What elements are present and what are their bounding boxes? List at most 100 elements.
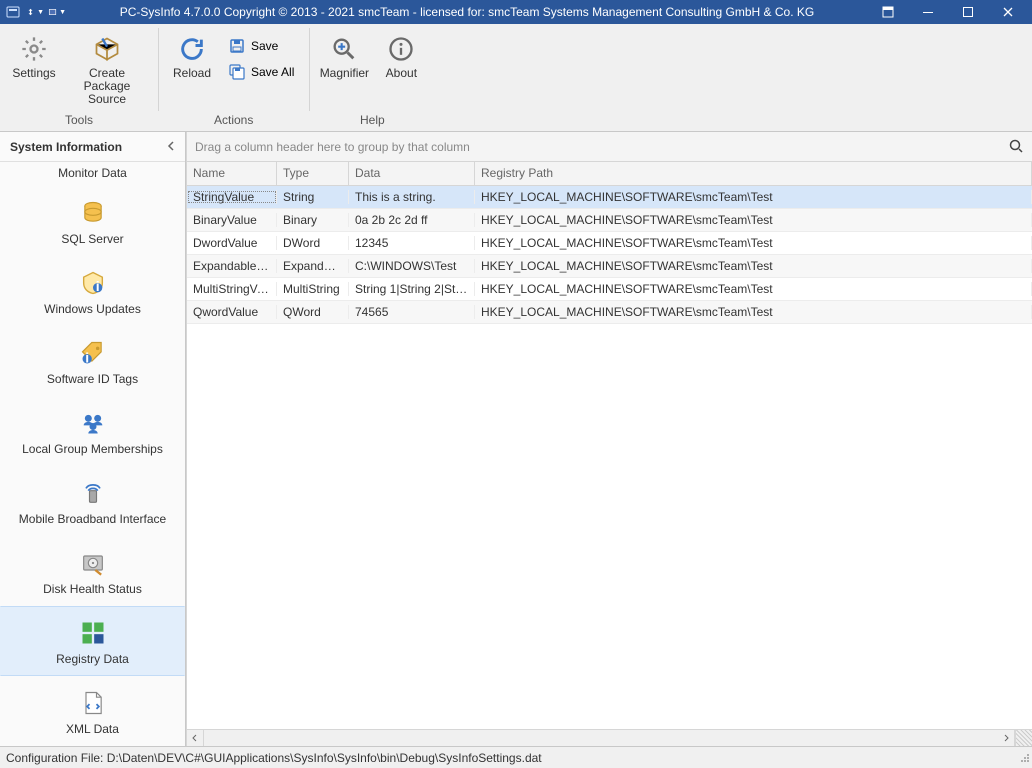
cell-type: ExpandString — [277, 259, 349, 273]
scroll-left-button[interactable] — [187, 730, 204, 747]
table-row[interactable]: ExpandableValueExpandStringC:\WINDOWS\Te… — [187, 255, 1032, 278]
maximize-button[interactable] — [948, 0, 988, 24]
status-path: D:\Daten\DEV\C#\GUIApplications\SysInfo\… — [107, 751, 542, 765]
table-row[interactable]: MultiStringValueMultiStringString 1|Stri… — [187, 278, 1032, 301]
cell-data: 12345 — [349, 236, 475, 250]
group-panel[interactable]: Drag a column header here to group by th… — [187, 132, 1032, 162]
status-label: Configuration File: — [6, 751, 103, 765]
svg-text:i: i — [85, 349, 89, 365]
column-header-name[interactable]: Name — [187, 162, 277, 185]
sidebar-title: System Information — [10, 140, 122, 154]
reload-icon — [176, 33, 208, 65]
cell-name: StringValue — [187, 190, 277, 204]
cell-path: HKEY_LOCAL_MACHINE\SOFTWARE\smcTeam\Test — [475, 236, 1032, 250]
column-headers: Name Type Data Registry Path — [187, 162, 1032, 186]
save-button[interactable]: Save — [222, 34, 301, 58]
cell-path: HKEY_LOCAL_MACHINE\SOFTWARE\smcTeam\Test — [475, 259, 1032, 273]
qat-color-icon[interactable]: ▼ — [48, 3, 66, 21]
sidebar-item-icon: i — [77, 267, 109, 299]
magnifier-button[interactable]: Magnifier — [317, 28, 371, 85]
sidebar-collapse-button[interactable] — [163, 138, 179, 154]
sidebar-item-sql-server[interactable]: SQL Server — [0, 186, 185, 256]
column-header-data[interactable]: Data — [349, 162, 475, 185]
ribbon-group-label: Tools — [8, 113, 150, 131]
qat-app-icon[interactable] — [4, 3, 22, 21]
column-header-type[interactable]: Type — [277, 162, 349, 185]
save-all-icon — [229, 64, 245, 80]
sidebar-item-icon — [77, 477, 109, 509]
close-button[interactable] — [988, 0, 1028, 24]
sidebar-item-registry-data[interactable]: Registry Data — [0, 606, 185, 676]
cell-name: BinaryValue — [187, 213, 277, 227]
cell-data: String 1|String 2|String 3 — [349, 282, 475, 296]
sidebar-item-label: Disk Health Status — [43, 583, 142, 596]
sidebar-item-label: XML Data — [66, 723, 119, 736]
sidebar-item-icon — [77, 197, 109, 229]
save-icon — [229, 38, 245, 54]
ribbon-group-tools: Settings Create Package Source Tools — [0, 24, 158, 131]
scroll-right-button[interactable] — [998, 730, 1015, 747]
cell-type: Binary — [277, 213, 349, 227]
table-row[interactable]: QwordValueQWord74565HKEY_LOCAL_MACHINE\S… — [187, 301, 1032, 324]
cell-path: HKEY_LOCAL_MACHINE\SOFTWARE\smcTeam\Test — [475, 190, 1032, 204]
ribbon-group-label: Actions — [166, 113, 301, 131]
sidebar-item-label: Windows Updates — [44, 303, 141, 316]
cell-data: This is a string. — [349, 190, 475, 204]
sidebar-subtitle: Monitor Data — [0, 162, 185, 186]
sidebar-item-mobile-broadband-interface[interactable]: Mobile Broadband Interface — [0, 466, 185, 536]
info-icon — [385, 33, 417, 65]
cell-data: 74565 — [349, 305, 475, 319]
table-row[interactable]: DwordValueDWord12345HKEY_LOCAL_MACHINE\S… — [187, 232, 1032, 255]
statusbar: Configuration File: D:\Daten\DEV\C#\GUIA… — [0, 746, 1032, 768]
cell-path: HKEY_LOCAL_MACHINE\SOFTWARE\smcTeam\Test — [475, 282, 1032, 296]
resize-grip-icon[interactable] — [1018, 751, 1030, 766]
sidebar-item-label: Mobile Broadband Interface — [19, 513, 166, 526]
titlebar: ▼ ▼ PC-SysInfo 4.7.0.0 Copyright © 2013 … — [0, 0, 1032, 24]
reload-button[interactable]: Reload — [166, 28, 218, 85]
package-icon — [91, 33, 123, 65]
sidebar-item-label: Local Group Memberships — [22, 443, 163, 456]
cell-type: QWord — [277, 305, 349, 319]
table-row[interactable]: BinaryValueBinary0a 2b 2c 2d ffHKEY_LOCA… — [187, 209, 1032, 232]
sidebar: System Information Monitor Data SQL Serv… — [0, 132, 186, 746]
cell-path: HKEY_LOCAL_MACHINE\SOFTWARE\smcTeam\Test — [475, 305, 1032, 319]
settings-button[interactable]: Settings — [8, 28, 60, 85]
sidebar-item-icon: i — [77, 337, 109, 369]
cell-type: MultiString — [277, 282, 349, 296]
ribbon-group-label: Help — [317, 113, 427, 131]
ribbon-group-actions: Reload Save Save All Actions — [158, 24, 309, 131]
grid-search-button[interactable] — [1008, 138, 1024, 157]
cell-type: String — [277, 190, 349, 204]
window-menu-button[interactable] — [868, 0, 908, 24]
sidebar-item-windows-updates[interactable]: i Windows Updates — [0, 256, 185, 326]
cell-data: C:\WINDOWS\Test — [349, 259, 475, 273]
create-package-button[interactable]: Create Package Source — [64, 28, 150, 111]
sidebar-item-icon — [77, 617, 109, 649]
ribbon-group-help: Magnifier About Help — [309, 24, 435, 131]
window-title: PC-SysInfo 4.7.0.0 Copyright © 2013 - 20… — [66, 5, 868, 19]
cell-data: 0a 2b 2c 2d ff — [349, 213, 475, 227]
resize-grip-icon — [1015, 730, 1032, 747]
sidebar-item-label: Registry Data — [56, 653, 129, 666]
sidebar-header: System Information — [0, 132, 185, 162]
sidebar-item-label: SQL Server — [61, 233, 123, 246]
save-all-button[interactable]: Save All — [222, 60, 301, 84]
column-header-path[interactable]: Registry Path — [475, 162, 1032, 185]
cell-name: DwordValue — [187, 236, 277, 250]
cell-name: QwordValue — [187, 305, 277, 319]
sidebar-item-software-id-tags[interactable]: i Software ID Tags — [0, 326, 185, 396]
sidebar-item-local-group-memberships[interactable]: Local Group Memberships — [0, 396, 185, 466]
sidebar-item-xml-data[interactable]: XML Data — [0, 676, 185, 746]
sidebar-item-label: Software ID Tags — [47, 373, 138, 386]
magnifier-icon — [328, 33, 360, 65]
sidebar-item-icon — [77, 407, 109, 439]
horizontal-scrollbar[interactable] — [187, 729, 1032, 746]
table-row[interactable]: StringValueStringThis is a string.HKEY_L… — [187, 186, 1032, 209]
sidebar-item-disk-health-status[interactable]: Disk Health Status — [0, 536, 185, 606]
minimize-button[interactable] — [908, 0, 948, 24]
about-button[interactable]: About — [375, 28, 427, 85]
qat-layout-icon[interactable]: ▼ — [26, 3, 44, 21]
sidebar-item-icon — [77, 687, 109, 719]
ribbon: Settings Create Package Source Tools Rel… — [0, 24, 1032, 132]
cell-name: MultiStringValue — [187, 282, 277, 296]
